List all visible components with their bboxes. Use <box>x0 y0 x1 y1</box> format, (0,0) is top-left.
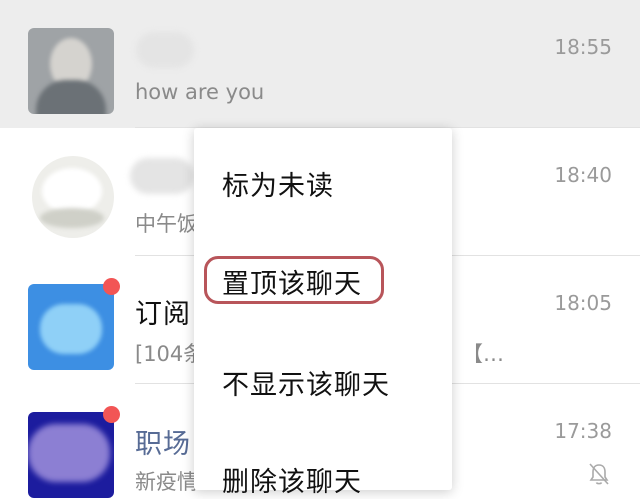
bell-slash-icon <box>589 463 609 485</box>
chat-preview: how are you <box>135 80 265 104</box>
menu-item-mark-unread[interactable]: 标为未读 <box>222 164 334 203</box>
blurred-name <box>130 158 194 194</box>
subscription-avatar <box>28 284 114 370</box>
context-menu: 标为未读 置顶该聊天 不显示该聊天 删除该聊天 <box>194 128 452 498</box>
chat-time: 17:38 <box>554 419 612 443</box>
chat-preview: 新疫情 <box>135 470 198 494</box>
unread-badge <box>103 406 120 423</box>
chat-time: 18:05 <box>554 291 612 315</box>
chat-time: 18:40 <box>554 163 612 187</box>
chat-preview-tail: 【… <box>462 342 504 366</box>
menu-item-pin-chat[interactable]: 置顶该聊天 <box>222 262 362 301</box>
blurred-name <box>136 32 194 68</box>
menu-item-hide-chat[interactable]: 不显示该聊天 <box>222 363 390 402</box>
workplace-avatar <box>28 412 114 498</box>
chat-name: 职场 <box>135 429 191 460</box>
chat-name: 订阅 <box>135 299 191 330</box>
chat-time: 18:55 <box>554 35 612 59</box>
chat-preview: 中午饭 <box>135 212 198 236</box>
unread-badge <box>103 278 120 295</box>
chat-row-1[interactable]: how are you 18:55 <box>0 0 640 128</box>
avatar <box>32 156 114 238</box>
avatar <box>28 28 114 114</box>
menu-item-delete-chat[interactable]: 删除该聊天 <box>222 460 362 499</box>
